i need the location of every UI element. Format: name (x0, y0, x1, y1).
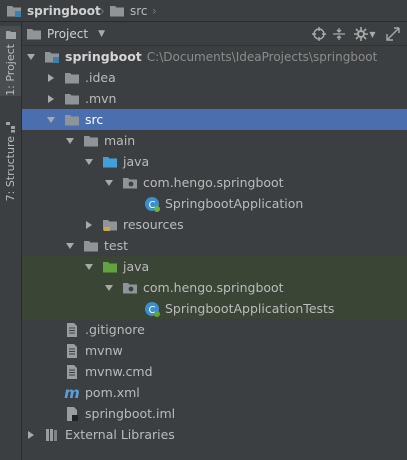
test-class-label: SpringbootApplicationTests (165, 301, 335, 316)
tree-row-test-java[interactable]: java (22, 256, 407, 277)
file-icon (64, 343, 80, 359)
package-icon (122, 280, 138, 296)
test-java-label: java (123, 259, 150, 274)
locate-icon[interactable] (310, 25, 328, 43)
breadcrumb-src-label: src (130, 4, 148, 18)
module-folder-icon (44, 49, 60, 65)
tree-row-test-package[interactable]: com.hengo.springboot (22, 277, 407, 298)
test-package-label: com.hengo.springboot (143, 280, 284, 295)
tab-structure[interactable]: 7: Structure (0, 118, 21, 201)
tree-row-main-java[interactable]: java (22, 151, 407, 172)
breadcrumb-separator-icon: › (100, 4, 105, 18)
module-folder-icon (6, 3, 22, 19)
main-java-label: java (123, 154, 150, 169)
tree-row-iml[interactable]: springboot.iml (22, 403, 407, 424)
view-selector-label: Project (47, 27, 89, 41)
project-panel-header: Project ▼ ▼ (22, 22, 407, 46)
package-icon (122, 175, 138, 191)
folder-icon (64, 112, 80, 128)
spring-class-icon: C (145, 196, 160, 212)
chevron-right-icon (26, 430, 36, 440)
breadcrumb-src[interactable]: src (109, 3, 148, 19)
tool-window-strip: 1: Project 7: Structure (0, 22, 22, 460)
folder-icon (64, 70, 80, 86)
folder-icon (109, 3, 125, 19)
tab-structure-label: 7: Structure (4, 136, 17, 202)
chevron-down-icon (46, 115, 56, 125)
main-package-label: com.hengo.springboot (143, 175, 284, 190)
tree-row-gitignore[interactable]: .gitignore (22, 319, 407, 340)
library-icon (46, 428, 57, 441)
tree-row-mvnw-cmd[interactable]: mvnw.cmd (22, 361, 407, 382)
chevron-right-icon (46, 94, 56, 104)
resources-folder-icon (102, 217, 118, 233)
test-class-icon: C (145, 301, 160, 317)
chevron-down-icon (84, 262, 94, 272)
chevron-down-icon (65, 136, 75, 146)
chevron-down-icon (104, 283, 114, 293)
mvnw-label: mvnw (85, 343, 123, 358)
tree-row-test[interactable]: test (22, 235, 407, 256)
tree-row-app-class[interactable]: C SpringbootApplication (22, 193, 407, 214)
idea-label: .idea (85, 70, 116, 85)
chevron-down-icon (104, 178, 114, 188)
test-label: test (104, 238, 129, 253)
tree-row-mvnw[interactable]: mvnw (22, 340, 407, 361)
project-tree[interactable]: springboot C:\Documents\IdeaProjects\spr… (22, 46, 407, 460)
tree-row-test-class[interactable]: C SpringbootApplicationTests (22, 298, 407, 319)
tree-row-main[interactable]: main (22, 130, 407, 151)
tree-row-resources[interactable]: resources (22, 214, 407, 235)
tree-row-main-package[interactable]: com.hengo.springboot (22, 172, 407, 193)
project-icon (5, 31, 16, 39)
pom-label: pom.xml (85, 385, 140, 400)
chevron-down-icon (84, 157, 94, 167)
tree-row-mvn[interactable]: .mvn (22, 88, 407, 109)
app-class-label: SpringbootApplication (165, 196, 304, 211)
project-view-icon (26, 26, 42, 42)
chevron-right-icon (84, 220, 94, 230)
src-label: src (85, 112, 104, 127)
folder-icon (83, 238, 99, 254)
folder-icon (64, 91, 80, 107)
chevron-down-icon (26, 52, 36, 62)
gitignore-label: .gitignore (85, 322, 145, 337)
chevron-down-icon (65, 241, 75, 251)
iml-file-icon (67, 406, 78, 421)
test-folder-icon (102, 259, 118, 275)
folder-icon (83, 133, 99, 149)
breadcrumb-project[interactable]: springboot (6, 3, 101, 19)
mvnw-cmd-label: mvnw.cmd (85, 364, 153, 379)
breadcrumb-separator-icon: › (152, 4, 157, 18)
tree-row-external-libraries[interactable]: External Libraries (22, 424, 407, 445)
navigation-bar: springboot › src › (0, 0, 407, 22)
chevron-down-icon: ▼ (98, 29, 105, 39)
main-label: main (104, 133, 136, 148)
source-folder-icon (102, 154, 118, 170)
iml-label: springboot.iml (85, 406, 176, 421)
file-icon (64, 322, 80, 338)
tree-row-src[interactable]: src (22, 109, 407, 130)
tree-row-idea[interactable]: .idea (22, 67, 407, 88)
root-name: springboot (65, 49, 142, 64)
external-libraries-label: External Libraries (65, 427, 175, 442)
file-icon (64, 364, 80, 380)
breadcrumb-project-label: springboot (27, 4, 101, 18)
maven-icon: m (64, 383, 80, 402)
structure-icon (5, 122, 15, 133)
mvn-label: .mvn (85, 91, 117, 106)
collapse-all-icon[interactable] (330, 25, 348, 43)
gear-icon[interactable]: ▼ (352, 25, 378, 43)
chevron-right-icon (46, 73, 56, 83)
tab-project[interactable]: 1: Project (0, 26, 21, 96)
resources-label: resources (123, 217, 184, 232)
hide-panel-icon[interactable] (384, 25, 402, 43)
tree-row-root[interactable]: springboot C:\Documents\IdeaProjects\spr… (22, 46, 407, 67)
tree-row-pom[interactable]: m pom.xml (22, 382, 407, 403)
root-path: C:\Documents\IdeaProjects\springboot (146, 49, 378, 64)
view-selector-dropdown[interactable]: Project ▼ (26, 26, 105, 42)
tab-project-label: 1: Project (4, 44, 17, 96)
